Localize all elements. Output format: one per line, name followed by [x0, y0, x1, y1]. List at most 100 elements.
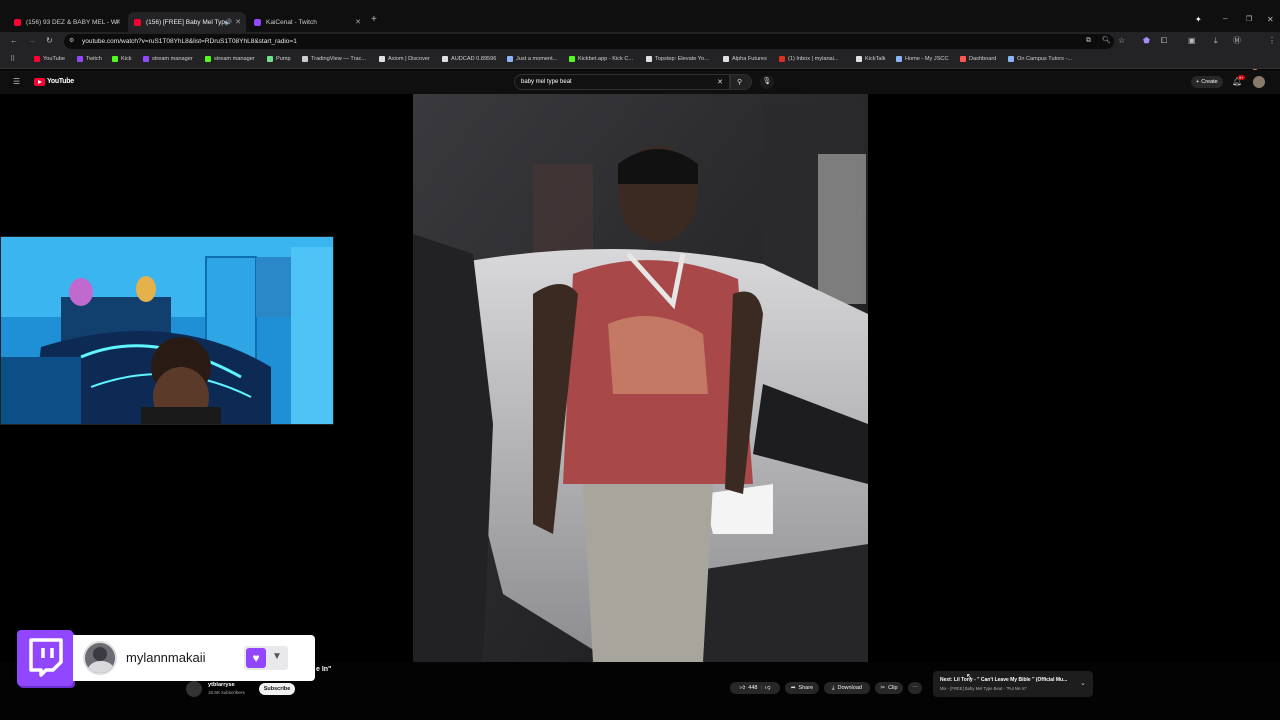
bookmark-favicon-icon — [960, 56, 966, 62]
zoom-icon[interactable]: 🔍︎ — [1102, 37, 1111, 44]
bookmark-item[interactable]: stream manager — [143, 56, 193, 62]
channel-avatar[interactable] — [186, 681, 202, 697]
sparkle-icon[interactable]: ✦ — [1195, 16, 1202, 24]
tab-1[interactable]: (156) 93 DEZ & BABY MEL - Wi ✕ — [8, 12, 126, 32]
extensions-puzzle-icon[interactable]: ⧠ — [1161, 37, 1167, 45]
audio-icon[interactable]: 🔊 — [225, 19, 232, 26]
tab-title: (156) [FREE] Baby Mel Type — [146, 18, 229, 26]
bookmark-item[interactable]: Twitch — [77, 56, 102, 62]
channel-name[interactable]: ytblarryse — [208, 682, 235, 688]
menu-dots-icon[interactable]: ⋮ — [1268, 37, 1276, 45]
bookmark-item[interactable]: Alpha Futures — [723, 56, 767, 62]
bookmark-item[interactable]: Home - My JSCC — [896, 56, 949, 62]
restore-icon[interactable]: ❐ — [1246, 16, 1252, 23]
microphone-icon[interactable]: 🎙︎ — [760, 75, 774, 89]
search-value: baby mel type beat — [521, 79, 572, 85]
bookmark-item[interactable]: Kickbet.app - Kick C... — [569, 56, 633, 62]
create-button[interactable]: + Create — [1191, 76, 1223, 88]
thumbs-up-icon: 👍︎ — [739, 685, 746, 691]
bookmark-favicon-icon — [302, 56, 308, 62]
bookmark-item[interactable]: KickTalk — [856, 56, 886, 62]
search-icon: ⚲ — [737, 79, 743, 86]
search-input[interactable]: baby mel type beat ✕ — [514, 74, 730, 90]
bookmark-item[interactable]: Pump — [267, 56, 291, 62]
like-button[interactable]: 👍︎ 448 — [740, 685, 758, 691]
tab-2[interactable]: (156) [FREE] Baby Mel Type 🔊 ✕ — [128, 12, 246, 32]
scissors-icon: ✂ — [880, 685, 886, 691]
bookmark-favicon-icon — [723, 56, 729, 62]
close-tab-icon[interactable]: ✕ — [115, 18, 121, 26]
bookmark-item[interactable]: Topstep: Elevate Yo... — [646, 56, 709, 62]
video-title-fragment: e In" — [316, 666, 332, 673]
close-tab-icon[interactable]: ✕ — [235, 18, 241, 26]
download-button[interactable]: ⤓ Download — [824, 682, 870, 694]
address-toolbar: ← → ↻ ⚙ youtube.com/watch?v=ruS1T08YhL8&… — [0, 32, 1280, 79]
dropdown-triangle-icon[interactable]: ▼ — [272, 651, 282, 662]
url-text: youtube.com/watch?v=ruS1T08YhL8&list=RDr… — [82, 38, 297, 45]
bookmark-item[interactable]: Axiom | Discover — [379, 56, 430, 62]
like-dislike-group: 👍︎ 448 | 👎︎ — [730, 682, 780, 694]
bookmark-favicon-icon — [1008, 56, 1014, 62]
sidebar-icon[interactable]: ▣ — [1188, 37, 1196, 45]
heart-icon[interactable]: ♥ — [246, 648, 266, 668]
install-icon[interactable]: ⧉ — [1086, 37, 1091, 44]
close-tab-icon[interactable]: ✕ — [355, 18, 361, 26]
bookmark-favicon-icon — [856, 56, 862, 62]
dislike-button[interactable]: 👎︎ — [765, 685, 771, 691]
up-next-subtitle: Mix - [FREE] Baby Mel Type Beat - "Put M… — [940, 686, 1027, 691]
bookmark-item[interactable]: stream manager — [205, 56, 255, 62]
clear-search-icon[interactable]: ✕ — [717, 78, 723, 86]
bookmark-star-icon[interactable]: ☆ — [1118, 37, 1125, 45]
bookmark-item[interactable]: AUDCAD 0.89596 — [442, 56, 496, 62]
more-dots-icon: ⋯ — [912, 685, 918, 691]
bookmark-favicon-icon — [112, 56, 118, 62]
tab-title: KaiCenat - Twitch — [266, 18, 317, 26]
thumbs-down-icon: 👎︎ — [764, 685, 771, 691]
video-frame — [413, 94, 868, 662]
youtube-favicon-icon — [14, 18, 21, 26]
account-avatar[interactable] — [1253, 76, 1265, 88]
bookmark-favicon-icon — [646, 56, 652, 62]
like-count: 448 — [748, 685, 758, 691]
download-icon[interactable]: ⤓ — [1214, 37, 1218, 45]
bookmark-favicon-icon — [205, 56, 211, 62]
bookmark-item[interactable]: On Campus Tutors -... — [1008, 56, 1072, 62]
extension-icon[interactable]: ⬟ — [1143, 37, 1150, 45]
plus-icon: + — [1196, 79, 1200, 85]
minimize-icon[interactable]: – — [1223, 15, 1227, 23]
subscribe-button[interactable]: Subscribe — [259, 683, 295, 695]
reload-icon[interactable]: ↻ — [46, 37, 53, 45]
tab-title: (156) 93 DEZ & BABY MEL - Wi — [26, 18, 119, 26]
more-actions-button[interactable]: ⋯ — [908, 682, 922, 694]
download-arrow-icon: ⤓ — [832, 684, 835, 691]
chevron-down-icon[interactable]: ⌄ — [1080, 679, 1086, 687]
hamburger-menu-icon[interactable]: ☰ — [13, 78, 20, 86]
bookmark-favicon-icon — [77, 56, 83, 62]
tab-3[interactable]: KaiCenat - Twitch ✕ — [248, 12, 366, 32]
clip-button[interactable]: ✂ Clip — [875, 682, 903, 694]
new-tab-button[interactable]: + — [371, 15, 377, 25]
forward-icon[interactable]: → — [28, 37, 36, 45]
bookmark-item[interactable]: TradingView — Trac... — [302, 56, 366, 62]
back-icon[interactable]: ← — [10, 37, 18, 45]
bookmark-favicon-icon — [507, 56, 513, 62]
bookmark-item[interactable]: Kick — [112, 56, 132, 62]
twitch-logo-badge — [17, 630, 73, 686]
up-next-card[interactable]: Next: Lil Tony - " Can't Leave My Bible … — [933, 671, 1093, 697]
bookmark-favicon-icon — [896, 56, 902, 62]
url-field[interactable]: ⚙ youtube.com/watch?v=ruS1T08YhL8&list=R… — [64, 34, 1114, 49]
search-button[interactable]: ⚲ — [730, 74, 752, 90]
share-button[interactable]: ➦ Share — [785, 682, 819, 694]
browser-tab-bar: (156) 93 DEZ & BABY MEL - Wi ✕ (156) [FR… — [0, 0, 1280, 32]
bookmark-item[interactable]: YouTube — [34, 56, 65, 62]
extension-m-icon[interactable]: Ⓜ — [1233, 37, 1241, 45]
bookmark-item[interactable]: (1) Inbox | mylanai... — [779, 56, 839, 62]
bookmark-item[interactable]: Just a moment... — [507, 56, 557, 62]
site-info-icon[interactable]: ⚙ — [69, 38, 74, 44]
bookmark-item[interactable]: Dashboard — [960, 56, 996, 62]
bookmark-favicon-icon — [442, 56, 448, 62]
apps-grid-icon[interactable]: ⠿ — [10, 56, 15, 63]
youtube-logo-text[interactable]: YouTube — [47, 78, 74, 85]
close-window-icon[interactable]: ✕ — [1267, 16, 1274, 24]
video-player[interactable] — [413, 94, 868, 662]
